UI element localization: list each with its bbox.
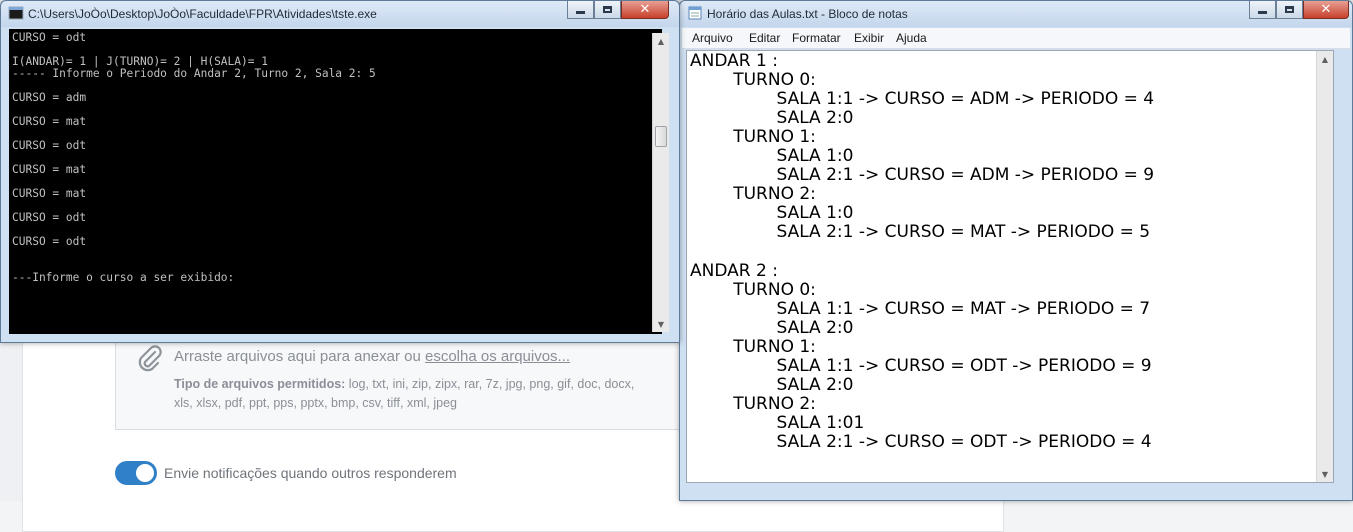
console-maximize-button[interactable] xyxy=(594,1,621,19)
notepad-text-line: TURNO 1: xyxy=(690,336,816,357)
console-line: CURSO = odt xyxy=(12,31,87,44)
notify-toggle-label: Envie notificações quando outros respond… xyxy=(164,465,457,481)
minimize-icon xyxy=(1258,11,1267,14)
notepad-text-line: ANDAR 1 : xyxy=(690,51,778,71)
allowed-types-label: Tipo de arquivos permitidos: xyxy=(174,377,346,391)
console-line: CURSO = odt xyxy=(12,235,87,248)
close-icon: ✕ xyxy=(639,1,651,17)
console-line: CURSO = odt xyxy=(12,211,87,224)
console-line: CURSO = mat xyxy=(12,187,87,200)
notepad-text-line: TURNO 0: xyxy=(690,279,816,300)
notepad-minimize-button[interactable] xyxy=(1249,1,1276,19)
notepad-text-line: TURNO 1: xyxy=(690,127,816,148)
notepad-text-line: SALA 1:0 xyxy=(690,203,854,224)
console-window: C:\Users\JoÒo\Desktop\JoÒo\Faculdade\FPR… xyxy=(0,0,680,343)
notify-toggle[interactable] xyxy=(115,461,157,485)
notepad-text-line: TURNO 2: xyxy=(690,184,816,205)
console-line: CURSO = odt xyxy=(12,139,87,152)
console-close-button[interactable]: ✕ xyxy=(621,1,669,19)
notepad-text-line: SALA 1:01 xyxy=(690,412,865,433)
notepad-menubar: Arquivo Editar Formatar Exibir Ajuda xyxy=(682,28,1350,49)
notepad-text-line: SALA 2:1 -> CURSO = MAT -> PERIODO = 5 xyxy=(690,222,1151,243)
scroll-thumb[interactable] xyxy=(655,126,667,147)
notepad-text-line: SALA 1:1 -> CURSO = MAT -> PERIODO = 7 xyxy=(690,298,1151,319)
notepad-text-line: SALA 2:1 -> CURSO = ODT -> PERIODO = 4 xyxy=(690,432,1152,452)
menu-editar[interactable]: Editar xyxy=(749,31,780,45)
notepad-text-area[interactable]: ANDAR 1 : TURNO 0: SALA 1:1 -> CURSO = A… xyxy=(686,50,1334,483)
notepad-text-line: TURNO 0: xyxy=(690,70,816,91)
notepad-text-line: SALA 1:1 -> CURSO = ODT -> PERIODO = 9 xyxy=(690,355,1152,376)
notepad-text-line: SALA 1:1 -> CURSO = ADM -> PERIODO = 4 xyxy=(690,89,1155,110)
console-output[interactable]: CURSO = odt I(ANDAR)= 1 | J(TURNO)= 2 | H… xyxy=(9,29,662,334)
toggle-knob xyxy=(136,464,154,482)
notepad-window: Horário das Aulas.txt - Bloco de notas ✕… xyxy=(679,0,1353,501)
notepad-maximize-button[interactable] xyxy=(1276,1,1303,19)
dropzone-text: Arraste arquivos aqui para anexar ou esc… xyxy=(174,348,570,365)
console-minimize-button[interactable] xyxy=(567,1,594,19)
notepad-text-line: ANDAR 2 : xyxy=(690,260,778,281)
notepad-text-line: SALA 1:0 xyxy=(690,146,854,167)
console-line: ----- Informe o Periodo do Andar 2, Turn… xyxy=(12,67,376,80)
notepad-title: Horário das Aulas.txt - Bloco de notas xyxy=(707,7,908,21)
scroll-up-arrow-icon[interactable]: ▲ xyxy=(653,33,669,49)
notepad-text-line: SALA 2:0 xyxy=(690,317,854,338)
choose-files-link[interactable]: escolha os arquivos... xyxy=(425,348,570,365)
paperclip-icon xyxy=(138,345,162,372)
close-icon: ✕ xyxy=(1320,1,1332,17)
console-line: CURSO = mat xyxy=(12,115,87,128)
notepad-text-line: SALA 2:0 xyxy=(690,374,854,395)
allowed-file-types: Tipo de arquivos permitidos: log, txt, i… xyxy=(174,375,674,413)
menu-arquivo[interactable]: Arquivo xyxy=(692,31,733,45)
console-app-icon xyxy=(8,6,24,20)
menu-exibir[interactable]: Exibir xyxy=(854,31,884,45)
console-line: CURSO = adm xyxy=(12,91,87,104)
scroll-up-arrow-icon[interactable]: ▲ xyxy=(1317,51,1333,67)
allowed-types-line1: log, txt, ini, zip, zipx, rar, 7z, jpg, … xyxy=(345,377,635,391)
menu-formatar[interactable]: Formatar xyxy=(792,31,841,45)
notepad-text-line: TURNO 2: xyxy=(690,393,816,414)
maximize-icon xyxy=(603,6,612,13)
notepad-text-line: SALA 2:1 -> CURSO = ADM -> PERIODO = 9 xyxy=(690,165,1155,186)
console-title: C:\Users\JoÒo\Desktop\JoÒo\Faculdade\FPR… xyxy=(28,7,377,21)
allowed-types-line2: xls, xlsx, pdf, ppt, pps, pptx, bmp, csv… xyxy=(174,396,457,410)
notepad-vertical-scrollbar[interactable]: ▲ ▼ xyxy=(1316,51,1333,482)
minimize-icon xyxy=(576,11,585,14)
scroll-down-arrow-icon[interactable]: ▼ xyxy=(653,316,669,332)
console-line: ---Informe o curso a ser exibido: xyxy=(12,271,235,284)
dropzone-instruction: Arraste arquivos aqui para anexar ou xyxy=(174,348,425,365)
maximize-icon xyxy=(1285,6,1294,13)
notepad-app-icon xyxy=(688,6,702,20)
console-line: CURSO = mat xyxy=(12,163,87,176)
menu-ajuda[interactable]: Ajuda xyxy=(896,31,927,45)
console-vertical-scrollbar[interactable]: ▲ ▼ xyxy=(652,33,669,332)
notepad-titlebar[interactable]: Horário das Aulas.txt - Bloco de notas ✕ xyxy=(680,1,1352,27)
notepad-close-button[interactable]: ✕ xyxy=(1303,1,1349,19)
scroll-down-arrow-icon[interactable]: ▼ xyxy=(1317,466,1333,482)
notepad-text-line: SALA 2:0 xyxy=(690,108,854,129)
console-titlebar[interactable]: C:\Users\JoÒo\Desktop\JoÒo\Faculdade\FPR… xyxy=(1,1,679,27)
